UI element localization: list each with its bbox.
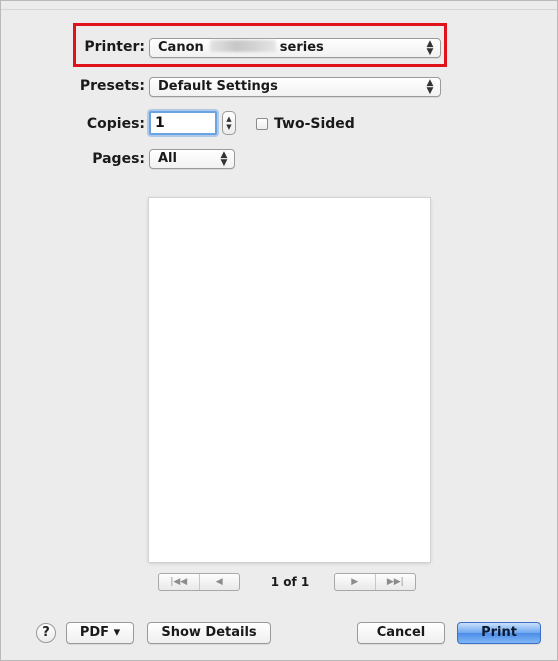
first-page-icon[interactable]: |◀◀ [159, 574, 199, 590]
first-previous-nav: |◀◀ ◀ [158, 573, 240, 591]
next-last-nav: ▶ ▶▶| [334, 573, 416, 591]
presets-popup[interactable]: Default Settings ▲ ▼ [149, 77, 441, 97]
print-dialog: Printer: Canon series ▲ ▼ Presets: Default… [0, 0, 558, 661]
pdf-menu-button[interactable]: PDF ▾ [66, 622, 134, 644]
updown-chevron-icon: ▲ ▼ [220, 150, 228, 168]
page-indicator: 1 of 1 [270, 575, 310, 589]
copies-stepper[interactable]: ▲ ▼ [222, 111, 236, 135]
pages-value: All [158, 151, 177, 166]
help-button[interactable]: ? [36, 623, 56, 643]
presets-value: Default Settings [158, 79, 278, 94]
previous-page-icon[interactable]: ◀ [198, 574, 240, 590]
updown-chevron-icon: ▲ ▼ [426, 78, 434, 96]
print-button[interactable]: Print [457, 622, 541, 644]
stepper-down-icon[interactable]: ▼ [223, 124, 235, 131]
dialog-top-edge [1, 1, 557, 10]
show-details-button[interactable]: Show Details [147, 622, 271, 644]
copies-label: Copies: [86, 116, 145, 132]
two-sided-checkbox[interactable] [256, 118, 268, 130]
printer-highlight-box [73, 23, 447, 67]
presets-label: Presets: [79, 78, 145, 94]
two-sided-label[interactable]: Two-Sided [274, 116, 355, 132]
next-page-icon[interactable]: ▶ [335, 574, 375, 590]
pages-popup[interactable]: All ▲ ▼ [149, 149, 235, 169]
cancel-button[interactable]: Cancel [357, 622, 445, 644]
pages-label: Pages: [92, 151, 145, 167]
page-preview [149, 198, 430, 562]
copies-field[interactable]: 1 [149, 111, 217, 135]
last-page-icon[interactable]: ▶▶| [374, 574, 416, 590]
stepper-up-icon[interactable]: ▲ [223, 116, 235, 123]
